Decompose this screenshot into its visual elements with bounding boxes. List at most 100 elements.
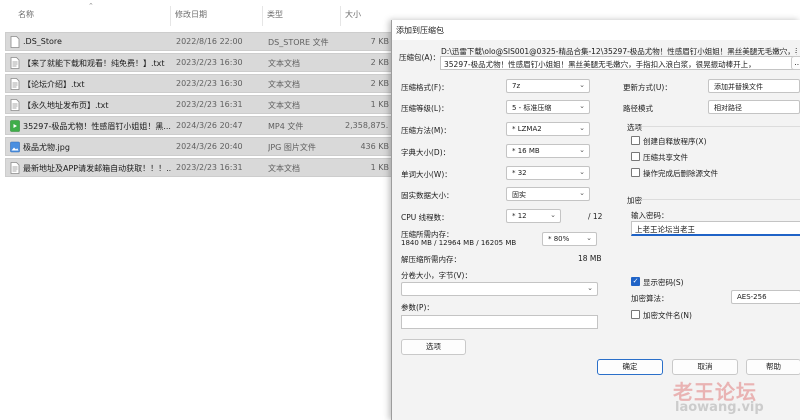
decompress-memory-value: 18 MB (578, 254, 602, 263)
column-header-type[interactable]: 类型 (267, 9, 283, 27)
dictionary-select[interactable]: * 16 MB ⌄ (506, 144, 590, 158)
dialog-title-bar[interactable]: 添加到压缩包 (392, 20, 800, 40)
group-divider (642, 126, 800, 127)
file-row[interactable]: 最新地址及APP请发邮箱自动获取！！！... 2023/2/23 16:31 文… (5, 158, 393, 177)
encrypt-names-checkbox[interactable] (631, 310, 640, 319)
file-size: 1 KB (370, 163, 389, 172)
column-divider[interactable] (262, 6, 263, 26)
chevron-up-icon[interactable]: ⌃ (88, 2, 94, 10)
file-row[interactable]: 35297-极品尤物！性感眉钉小姐姐！黑... 2024/3/26 20:47 … (5, 116, 393, 135)
file-explorer: ⌃ 名称 修改日期 类型 大小 .DS_Store 2022/8/16 22:0… (0, 0, 395, 420)
file-date: 2024/3/26 20:47 (176, 121, 243, 130)
file-date: 2023/2/23 16:30 (176, 79, 243, 88)
level-select[interactable]: 5 - 标准压缩 ⌄ (506, 100, 590, 114)
ok-button[interactable]: 确定 (597, 359, 663, 375)
chevron-down-icon: ⌄ (579, 189, 585, 197)
format-select[interactable]: 7z ⌄ (506, 79, 590, 93)
file-row[interactable]: 【来了就能下载和观看！纯免费！】.txt 2023/2/23 16:30 文本文… (5, 53, 393, 72)
file-name: 35297-极品尤物！性感眉钉小姐姐！黑... (23, 122, 171, 131)
file-type: 文本文档 (268, 164, 300, 173)
file-date: 2023/2/23 16:31 (176, 100, 243, 109)
threads-label: CPU 线程数： (401, 213, 449, 222)
column-header-name[interactable]: 名称 (18, 9, 34, 27)
file-row[interactable]: .DS_Store 2022/8/16 22:00 DS_STORE 文件 7 … (5, 32, 393, 51)
solid-block-select[interactable]: 固实 ⌄ (506, 187, 590, 201)
chevron-down-icon: ⌄ (579, 81, 585, 89)
archive-label: 压缩包(A)： (399, 53, 440, 62)
file-type: 文本文档 (268, 59, 300, 68)
file-row[interactable]: 【永久地址发布页】.txt 2023/2/23 16:31 文本文档 1 KB (5, 95, 393, 114)
solid-block-label: 固实数据大小： (401, 191, 454, 200)
file-row[interactable]: 【论坛介绍】.txt 2023/2/23 16:30 文本文档 2 KB (5, 74, 393, 93)
file-size: 436 KB (360, 142, 389, 151)
sfx-checkbox[interactable] (631, 136, 640, 145)
file-type: JPG 图片文件 (268, 143, 316, 152)
encryption-group-label: 加密 (627, 196, 642, 205)
shared-files-checkbox[interactable] (631, 152, 640, 161)
delete-after-checkbox[interactable] (631, 168, 640, 177)
file-date: 2023/2/23 16:30 (176, 58, 243, 67)
file-date: 2022/8/16 22:00 (176, 37, 243, 46)
word-size-label: 单词大小(W)： (401, 170, 452, 179)
parameters-input[interactable] (401, 315, 598, 329)
memory-percent-select[interactable]: * 80% ⌄ (542, 232, 597, 246)
chevron-down-icon: ⌄ (579, 146, 585, 154)
method-label: 压缩方法(M)： (401, 126, 451, 135)
word-size-value: * 32 (512, 169, 527, 177)
dictionary-label: 字典大小(D)： (401, 148, 451, 157)
browse-button[interactable]: ... (791, 56, 800, 70)
memory-percent-value: * 80% (548, 235, 570, 243)
show-password-checkbox[interactable]: ✓ (631, 277, 640, 286)
threads-value: * 12 (512, 212, 527, 220)
chevron-down-icon: ⌄ (587, 284, 593, 292)
encrypt-names-label: 加密文件名(N) (643, 311, 692, 320)
show-password-label: 显示密码(S) (643, 278, 684, 287)
path-mode-value: 相对路径 (714, 104, 742, 112)
password-value: 上老王论坛当老王 (635, 225, 695, 234)
cancel-button[interactable]: 取消 (672, 359, 738, 375)
file-name: 最新地址及APP请发邮箱自动获取！！！... (23, 164, 171, 173)
text-file-icon (10, 99, 20, 111)
column-divider[interactable] (340, 6, 341, 26)
file-size: 1 KB (370, 100, 389, 109)
parameters-label: 参数(P)： (401, 303, 434, 312)
split-volume-select[interactable]: ⌄ (401, 282, 598, 296)
word-size-select[interactable]: * 32 ⌄ (506, 166, 590, 180)
options-button[interactable]: 选项 (401, 339, 466, 355)
encryption-method-value: AES-256 (737, 293, 767, 301)
file-name: 极品尤物.jpg (23, 143, 70, 152)
file-name: 【来了就能下载和观看！纯免费！】.txt (23, 59, 165, 68)
shared-files-checkbox-label: 压缩共享文件 (643, 153, 688, 162)
text-file-icon (10, 162, 20, 174)
password-input[interactable]: 上老王论坛当老王 (631, 221, 800, 236)
path-mode-select[interactable]: 相对路径 (708, 100, 800, 114)
file-row[interactable]: 极品尤物.jpg 2024/3/26 20:40 JPG 图片文件 436 KB (5, 137, 393, 156)
help-button[interactable]: 帮助 (746, 359, 800, 375)
column-header-size[interactable]: 大小 (345, 9, 361, 27)
threads-select[interactable]: * 12 ⌄ (506, 209, 561, 223)
column-header-date[interactable]: 修改日期 (175, 9, 207, 27)
method-select[interactable]: * LZMA2 ⌄ (506, 122, 590, 136)
method-value: * LZMA2 (512, 125, 542, 133)
chevron-down-icon: ⌄ (579, 124, 585, 132)
file-type: 文本文档 (268, 101, 300, 110)
password-label: 输入密码： (631, 211, 669, 220)
file-type: 文本文档 (268, 80, 300, 89)
encryption-method-select[interactable]: AES-256 (731, 290, 800, 304)
text-file-icon (10, 78, 20, 90)
file-name: 【论坛介绍】.txt (23, 80, 85, 89)
archive-name-input[interactable]: 35297-极品尤物！性感眉钉小姐姐！黑丝美腿无毛嫩穴，手指扣入浪白浆，很晃振动… (440, 56, 797, 70)
sfx-checkbox-label: 创建自释放程序(X) (643, 137, 707, 146)
update-mode-select[interactable]: 添加并替换文件 (708, 79, 800, 93)
image-file-icon (10, 141, 20, 153)
solid-block-value: 固实 (512, 191, 526, 199)
update-mode-value: 添加并替换文件 (714, 83, 763, 91)
file-size: 7 KB (370, 37, 389, 46)
column-divider[interactable] (170, 6, 171, 26)
level-label: 压缩等级(L)： (401, 104, 449, 113)
group-divider (642, 199, 800, 200)
options-group-label: 选项 (627, 123, 642, 132)
file-type: DS_STORE 文件 (268, 38, 329, 47)
file-icon (10, 36, 20, 48)
format-value: 7z (512, 82, 521, 90)
